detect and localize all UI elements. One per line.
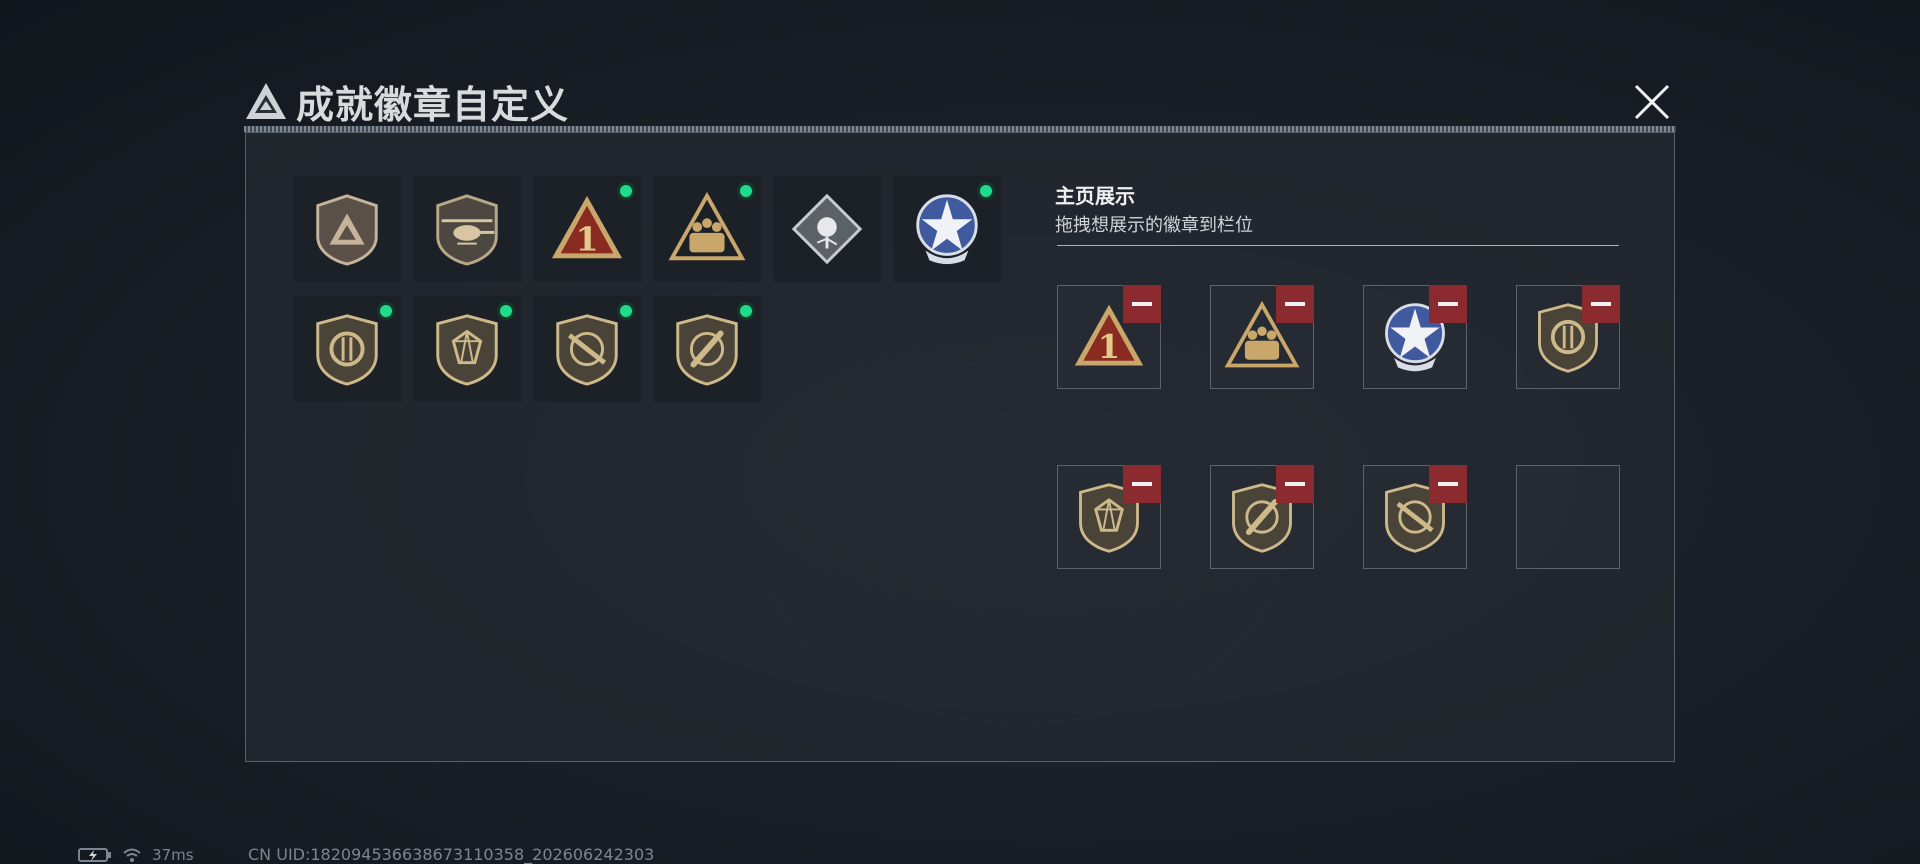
showcase-slot-8-empty[interactable]	[1516, 465, 1620, 569]
showcase-title: 主页展示	[1055, 184, 1135, 208]
showcase-slot-4[interactable]	[1516, 285, 1620, 389]
minus-icon	[1132, 482, 1152, 486]
badge-item[interactable]	[773, 176, 881, 282]
badge-item[interactable]	[413, 296, 521, 402]
remove-badge-button[interactable]	[1123, 465, 1161, 503]
user-uid: CN UID:1820945366386731103​58_2026062423…	[248, 845, 655, 864]
dialog-header: 成就徽章自定义	[244, 78, 569, 127]
minus-icon	[1285, 302, 1305, 306]
rose-diamond-badge-icon	[791, 193, 863, 265]
status-bar: 37ms	[78, 846, 194, 864]
close-button[interactable]	[1628, 78, 1676, 126]
svg-text:1: 1	[575, 219, 598, 258]
star-emblem-badge-icon	[916, 194, 978, 265]
page-title: 成就徽章自定义	[296, 82, 570, 127]
svg-text:1: 1	[1098, 328, 1120, 366]
badge-item[interactable]	[653, 296, 761, 402]
close-icon	[1634, 84, 1670, 120]
new-indicator-dot	[617, 302, 635, 320]
badge-item[interactable]: 1	[533, 176, 641, 282]
battery-charging-icon	[78, 848, 111, 862]
badge-item[interactable]	[533, 296, 641, 402]
remove-badge-button[interactable]	[1276, 465, 1314, 503]
showcase-slot-3[interactable]	[1363, 285, 1467, 389]
rifle-shield-badge-icon	[556, 314, 618, 386]
gem-shield-badge-icon	[436, 314, 498, 386]
showcase-slot-7[interactable]	[1363, 465, 1467, 569]
split-arrow-shield-badge-icon	[316, 314, 378, 386]
showcase-divider	[1057, 245, 1619, 246]
badge-item[interactable]	[413, 176, 521, 282]
badge-item[interactable]	[653, 176, 761, 282]
new-indicator-dot	[617, 182, 635, 200]
new-indicator-dot	[977, 182, 995, 200]
new-indicator-dot	[377, 302, 395, 320]
showcase-slot-1[interactable]: 1	[1057, 285, 1161, 389]
showcase-slot-2[interactable]	[1210, 285, 1314, 389]
ping-value: 37ms	[152, 846, 194, 864]
triangle-logo-icon	[246, 83, 286, 119]
remove-badge-button[interactable]	[1123, 285, 1161, 323]
showcase-slot-5[interactable]	[1057, 465, 1161, 569]
minus-icon	[1438, 482, 1458, 486]
new-indicator-dot	[737, 182, 755, 200]
wifi-icon	[123, 848, 141, 862]
showcase-subtitle: 拖拽想展示的徽章到栏位	[1055, 215, 1253, 236]
new-indicator-dot	[737, 302, 755, 320]
number-one-triangle-badge-icon: 1	[551, 195, 623, 258]
triangle-logo-shield-badge-icon	[316, 194, 378, 266]
badge-item[interactable]	[893, 176, 1001, 282]
minus-icon	[1438, 302, 1458, 306]
remove-badge-button[interactable]	[1429, 465, 1467, 503]
minus-icon	[1591, 302, 1611, 306]
remove-badge-button[interactable]	[1429, 285, 1467, 323]
new-indicator-dot	[497, 302, 515, 320]
badge-item[interactable]	[293, 176, 401, 282]
remove-badge-button[interactable]	[1276, 285, 1314, 323]
minus-icon	[1285, 482, 1305, 486]
showcase-slot-6[interactable]	[1210, 465, 1314, 569]
remove-badge-button[interactable]	[1582, 285, 1620, 323]
minus-icon	[1132, 302, 1152, 306]
helicopter-shield-badge-icon	[436, 194, 498, 266]
badge-item[interactable]	[293, 296, 401, 402]
soldiers-triangle-badge-icon	[668, 191, 746, 261]
knife-shield-badge-icon	[676, 314, 738, 386]
